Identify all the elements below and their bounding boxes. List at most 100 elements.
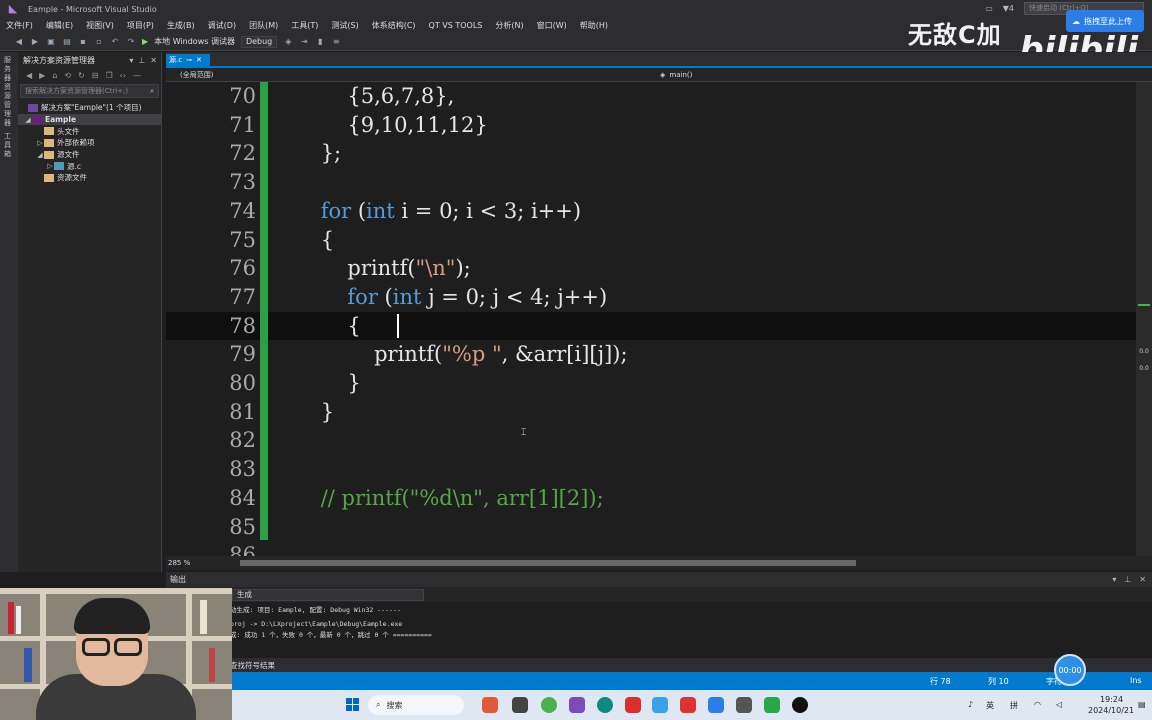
zoom-level[interactable]: 285 % [168, 559, 196, 567]
solution-search-input[interactable]: 搜索解决方案资源管理器(Ctrl+;) ⌕ [20, 84, 159, 98]
tab-source-c[interactable]: 源.c ⊸ ✕ [166, 54, 210, 66]
mic-icon[interactable]: ♪ [968, 700, 973, 709]
new-project-icon[interactable]: ▣ [46, 37, 56, 47]
clock-date[interactable]: 2024/10/21 [1088, 706, 1134, 715]
start-debug-button[interactable]: 本地 Windows 调试器 [154, 36, 235, 47]
upload-button[interactable]: ☁ 拖拽至此上传 [1066, 10, 1144, 32]
tree-item-external-deps[interactable]: ▷ 外部依赖项 [18, 137, 161, 149]
chrome-icon[interactable] [541, 697, 557, 713]
qq-icon[interactable] [792, 697, 808, 713]
tree-item-resource-files[interactable]: 资源文件 [18, 172, 161, 184]
ime-pinyin[interactable]: 拼 [1010, 700, 1018, 711]
pin-icon[interactable]: ⊸ [186, 56, 192, 64]
code-line[interactable]: 80 } [166, 369, 1136, 398]
code-editor[interactable]: 70 {5,6,7,8}, 71 {9,10,11,12} 72 }; 73 74 fo… [166, 82, 1136, 556]
code-line[interactable]: 75 { [166, 226, 1136, 255]
menu-file[interactable]: 文件(F) [6, 20, 33, 31]
dropdown-icon[interactable]: ▾ [129, 56, 133, 65]
step-icon[interactable]: ⇥ [299, 37, 309, 47]
code-line[interactable]: 82 [166, 426, 1136, 455]
close-icon[interactable]: ✕ [150, 56, 157, 65]
app-icon[interactable] [736, 697, 752, 713]
tree-item-project[interactable]: ◢ Eample [18, 113, 161, 126]
feedback-icon[interactable]: ▭ [985, 4, 993, 13]
collapse-arrow-icon[interactable]: ◢ [24, 116, 32, 124]
toolbox-tab[interactable]: 工具箱 [4, 132, 14, 159]
menu-project[interactable]: 项目(P) [127, 20, 154, 31]
dropdown-icon[interactable]: ▾ [1112, 575, 1116, 584]
code-line[interactable]: 74 for (int i = 0; i < 3; i++) [166, 197, 1136, 226]
menu-tools[interactable]: 工具(T) [291, 20, 318, 31]
forward-icon[interactable]: ▶ [30, 37, 40, 47]
tree-item-solution[interactable]: 解决方案"Eample"(1 个项目) [18, 102, 161, 114]
notification-icon[interactable]: ▤ [1138, 700, 1146, 709]
refresh-icon[interactable]: ↻ [78, 71, 85, 80]
edge-icon[interactable] [597, 697, 613, 713]
app-icon[interactable] [652, 697, 668, 713]
scope-dropdown[interactable]: (全局范围) [180, 70, 650, 80]
properties-icon[interactable]: — [133, 71, 141, 80]
volume-icon[interactable]: ◁ [1056, 700, 1062, 709]
code-line[interactable]: 77 for (int j = 0; j < 4; j++) [166, 283, 1136, 312]
function-dropdown[interactable]: ◈ main() [660, 71, 692, 79]
menu-edit[interactable]: 编辑(E) [46, 20, 73, 31]
code-line[interactable]: 86 [166, 541, 1136, 556]
code-line[interactable]: 72 }; [166, 139, 1136, 168]
recording-timer[interactable]: 00:00 [1054, 654, 1086, 686]
output-source-select[interactable]: 生成 [232, 589, 424, 601]
code-line[interactable]: 79 printf("%p ", &arr[i][j]); [166, 340, 1136, 369]
configuration-select[interactable]: Debug [240, 35, 278, 48]
collapse-arrow-icon[interactable]: ◢ [36, 151, 44, 159]
tree-item-source-c[interactable]: ▷ 源.c [18, 160, 161, 172]
code-line[interactable]: 83 [166, 455, 1136, 484]
current-code-line[interactable]: 78 { [166, 311, 1136, 341]
tree-item-header-files[interactable]: 头文件 [18, 125, 161, 137]
save-all-icon[interactable]: ▫ [94, 37, 104, 47]
tree-item-source-files[interactable]: ◢ 源文件 [18, 149, 161, 161]
menu-window[interactable]: 窗口(W) [537, 20, 567, 31]
output-text[interactable]: 动生成: 项目: Eample, 配置: Debug Win32 ------ … [166, 602, 1136, 658]
editor-vertical-scrollbar[interactable]: 0.0 0.0 [1136, 82, 1152, 556]
wps-icon[interactable] [625, 697, 641, 713]
taskbar-search[interactable]: ⌕ 搜索 [368, 695, 464, 715]
app-icon[interactable] [764, 697, 780, 713]
collapse-all-icon[interactable]: ⊟ [92, 71, 99, 80]
close-tab-icon[interactable]: ✕ [196, 56, 202, 64]
code-line[interactable]: 84 // printf("%d\n", arr[1][2]); [166, 484, 1136, 513]
windows-start-icon[interactable] [346, 698, 360, 712]
menu-analyze[interactable]: 分析(N) [495, 20, 523, 31]
redo-icon[interactable]: ↷ [126, 37, 136, 47]
wifi-icon[interactable]: ◠ [1034, 700, 1041, 709]
close-icon[interactable]: ✕ [1139, 575, 1146, 584]
menu-team[interactable]: 团队(M) [249, 20, 278, 31]
app-icon[interactable] [482, 697, 498, 713]
pin-icon[interactable]: ⊥ [1124, 575, 1131, 584]
code-line[interactable]: 76 printf("\n"); [166, 254, 1136, 283]
app-icon[interactable] [708, 697, 724, 713]
extensions-icon[interactable]: ◈ [283, 37, 293, 47]
sync-icon[interactable]: ⟲ [64, 71, 71, 80]
code-line[interactable]: 85 [166, 513, 1136, 542]
comment-icon[interactable]: ≡ [331, 37, 341, 47]
server-explorer-tab[interactable]: 服务器资源管理器 [4, 56, 14, 128]
back-icon[interactable]: ◀ [26, 71, 32, 80]
search-icon[interactable]: ⌕ [150, 85, 154, 97]
home-icon[interactable]: ⌂ [52, 71, 57, 80]
show-all-files-icon[interactable]: ❐ [106, 71, 113, 80]
ime-english[interactable]: 英 [986, 700, 994, 711]
visual-studio-icon[interactable] [569, 697, 585, 713]
code-line[interactable]: 71 {9,10,11,12} [166, 111, 1136, 140]
back-icon[interactable]: ◀ [14, 37, 24, 47]
menu-help[interactable]: 帮助(H) [580, 20, 608, 31]
menu-architecture[interactable]: 体系结构(C) [372, 20, 416, 31]
menu-debug[interactable]: 调试(D) [208, 20, 236, 31]
expand-arrow-icon[interactable]: ▷ [36, 139, 44, 147]
clock-time[interactable]: 19:24 [1100, 695, 1123, 704]
view-code-icon[interactable]: ‹› [120, 71, 126, 80]
bookmark-icon[interactable]: ▮ [315, 37, 325, 47]
horizontal-scroll-thumb[interactable] [240, 560, 856, 566]
code-line[interactable]: 81 } [166, 398, 1136, 427]
undo-icon[interactable]: ↶ [110, 37, 120, 47]
task-view-icon[interactable] [512, 697, 528, 713]
save-icon[interactable]: ▪ [78, 37, 88, 47]
